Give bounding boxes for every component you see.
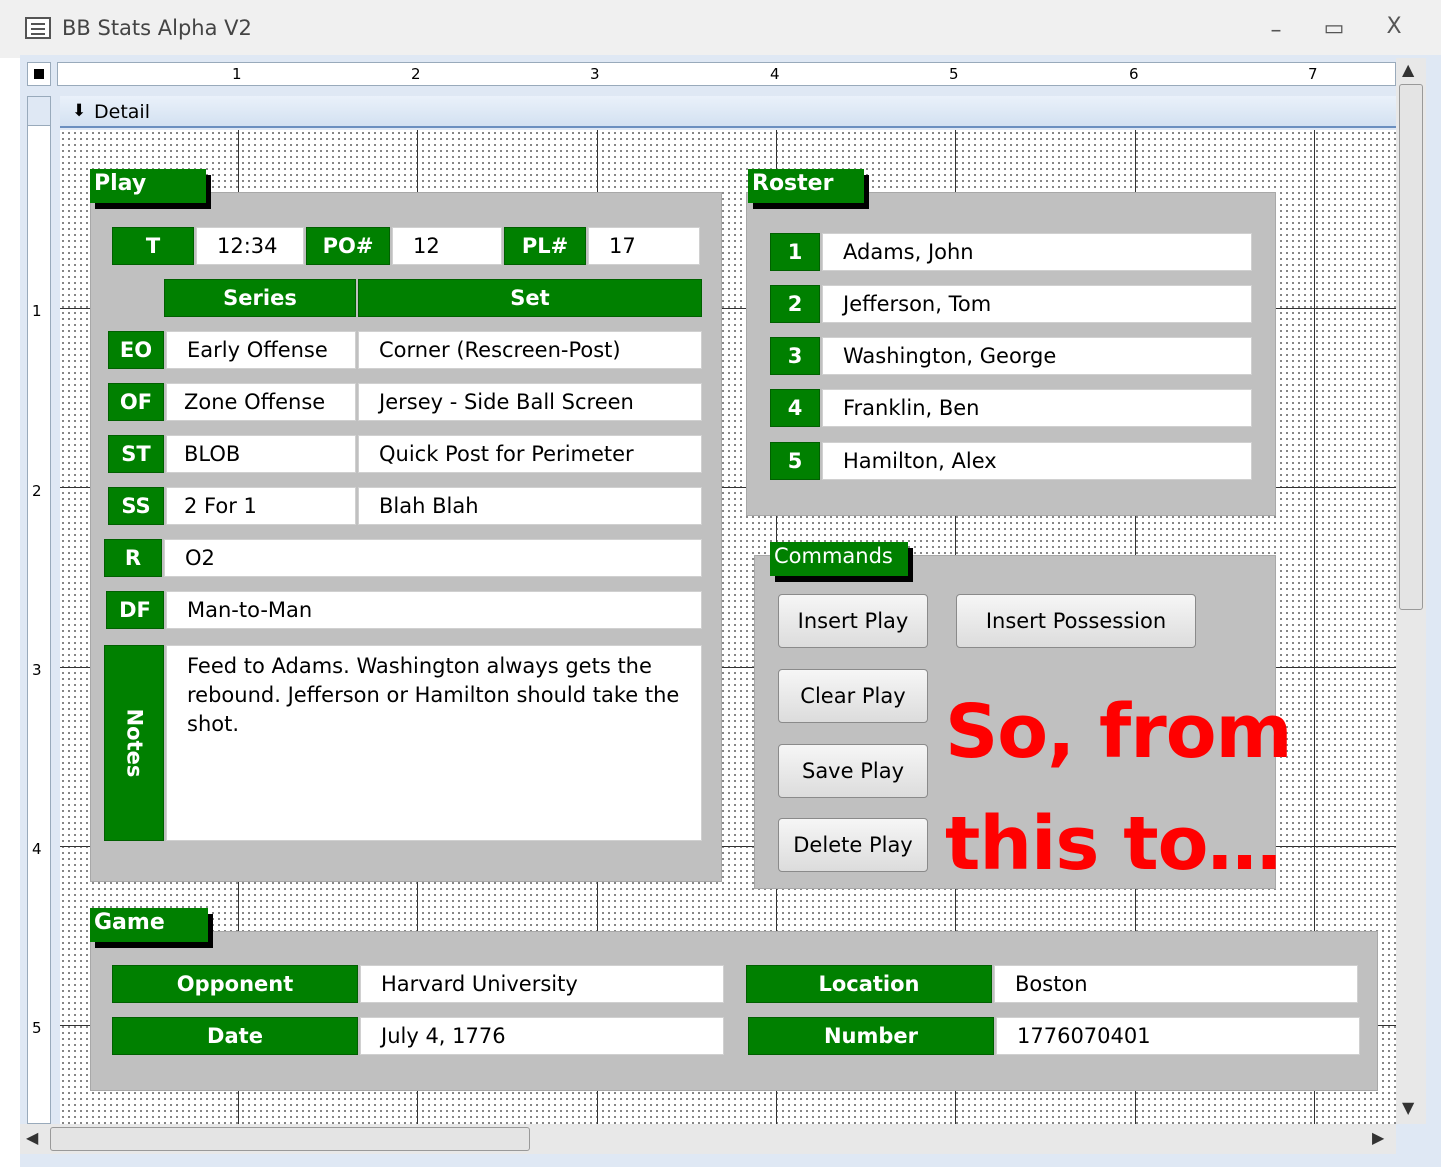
maximize-button[interactable]: ▭: [1318, 16, 1350, 41]
scroll-left-icon[interactable]: ◀: [26, 1128, 38, 1147]
scroll-up-icon[interactable]: ▲: [1402, 60, 1414, 79]
player-name-field[interactable]: Franklin, Ben: [822, 389, 1252, 427]
row-code-label: SS: [108, 487, 164, 525]
vertical-scroll-thumb[interactable]: [1399, 84, 1423, 610]
number-label: Number: [748, 1017, 994, 1055]
location-field[interactable]: Boston: [994, 965, 1358, 1003]
game-section-tab: Game: [90, 908, 208, 942]
row-code-label: EO: [108, 331, 164, 369]
set-field[interactable]: Corner (Rescreen-Post): [358, 331, 702, 369]
detail-section-label: Detail: [94, 101, 150, 123]
ruler-mark: 5: [32, 1019, 42, 1037]
notes-label-box: Notes: [104, 645, 164, 841]
delete-play-button[interactable]: Delete Play: [778, 818, 928, 872]
annotation-line-1: So, from: [945, 689, 1293, 775]
rebound-field[interactable]: O2: [164, 539, 702, 577]
game-number-field[interactable]: 1776070401: [996, 1017, 1360, 1055]
ruler-mark: 5: [949, 65, 959, 83]
time-field[interactable]: 12:34: [196, 227, 304, 265]
ruler-mark: 4: [32, 840, 42, 858]
player-name-field[interactable]: Jefferson, Tom: [822, 285, 1252, 323]
ruler-mark: 3: [590, 65, 600, 83]
set-field[interactable]: Jersey - Side Ball Screen: [358, 383, 702, 421]
ruler-corner-selector[interactable]: [27, 62, 51, 86]
defense-field[interactable]: Man-to-Man: [166, 591, 702, 629]
scroll-right-icon[interactable]: ▶: [1372, 1128, 1384, 1147]
vertical-scrollbar[interactable]: ▲ ▼: [1396, 58, 1426, 1124]
ruler-mark: 6: [1129, 65, 1139, 83]
insert-possession-button[interactable]: Insert Possession: [956, 594, 1196, 648]
time-label: T: [112, 227, 194, 265]
set-field[interactable]: Quick Post for Perimeter: [358, 435, 702, 473]
notes-label: Notes: [122, 708, 147, 778]
opponent-field[interactable]: Harvard University: [360, 965, 724, 1003]
series-field[interactable]: 2 For 1: [166, 487, 356, 525]
roster-section-tab: Roster: [748, 169, 864, 203]
rebound-label: R: [104, 539, 162, 577]
player-number: 4: [770, 389, 820, 427]
player-number: 3: [770, 337, 820, 375]
row-code-label: ST: [108, 435, 164, 473]
insert-play-button[interactable]: Insert Play: [778, 594, 928, 648]
ruler-mark: 1: [32, 302, 42, 320]
annotation-line-2: this to…: [945, 801, 1281, 887]
series-field[interactable]: Early Offense: [166, 331, 356, 369]
date-label: Date: [112, 1017, 358, 1055]
player-number: 5: [770, 442, 820, 480]
section-selector[interactable]: [27, 96, 51, 126]
defense-label: DF: [106, 591, 164, 629]
player-number: 2: [770, 285, 820, 323]
opponent-label: Opponent: [112, 965, 358, 1003]
location-label: Location: [746, 965, 992, 1003]
ruler-mark: 2: [411, 65, 421, 83]
player-number: 1: [770, 233, 820, 271]
series-column-header: Series: [164, 279, 356, 317]
section-arrow-icon: ⬇: [72, 101, 87, 121]
horizontal-scrollbar[interactable]: ◀ ▶: [20, 1124, 1396, 1154]
ruler-mark: 1: [232, 65, 242, 83]
possession-number-label: PO#: [306, 227, 390, 265]
possession-number-field[interactable]: 12: [392, 227, 502, 265]
save-play-button[interactable]: Save Play: [778, 744, 928, 798]
clear-play-button[interactable]: Clear Play: [778, 669, 928, 723]
commands-section-tab: Commands: [770, 542, 908, 576]
play-number-label: PL#: [504, 227, 586, 265]
detail-section-bar[interactable]: ⬇ Detail: [60, 96, 1396, 128]
set-column-header: Set: [358, 279, 702, 317]
horizontal-scroll-thumb[interactable]: [50, 1127, 530, 1151]
player-name-field[interactable]: Washington, George: [822, 337, 1252, 375]
annotation-overlay: So, from this to…: [945, 676, 1293, 900]
scroll-down-icon[interactable]: ▼: [1402, 1098, 1414, 1117]
row-code-label: OF: [108, 383, 164, 421]
player-name-field[interactable]: Adams, John: [822, 233, 1252, 271]
horizontal-ruler: 1 2 3 4 5 6 7: [57, 62, 1396, 86]
ruler-mark: 3: [32, 661, 42, 679]
window-title: BB Stats Alpha V2: [62, 16, 252, 40]
ruler-mark: 2: [32, 482, 42, 500]
notes-field[interactable]: Feed to Adams. Washington always gets th…: [166, 645, 702, 841]
app-form-icon: [25, 17, 51, 39]
minimize-button[interactable]: –: [1260, 18, 1292, 43]
vertical-ruler: 1 2 3 4 5: [27, 96, 51, 1124]
player-name-field[interactable]: Hamilton, Alex: [822, 442, 1252, 480]
ruler-mark: 7: [1308, 65, 1318, 83]
game-panel: [90, 931, 1378, 1091]
series-field[interactable]: Zone Offense: [166, 383, 356, 421]
close-button[interactable]: X: [1378, 14, 1410, 39]
title-bar: BB Stats Alpha V2 – ▭ X: [0, 0, 1441, 58]
play-section-tab: Play: [90, 169, 206, 203]
ruler-mark: 4: [770, 65, 780, 83]
series-field[interactable]: BLOB: [166, 435, 356, 473]
play-number-field[interactable]: 17: [588, 227, 700, 265]
date-field[interactable]: July 4, 1776: [360, 1017, 724, 1055]
set-field[interactable]: Blah Blah: [358, 487, 702, 525]
